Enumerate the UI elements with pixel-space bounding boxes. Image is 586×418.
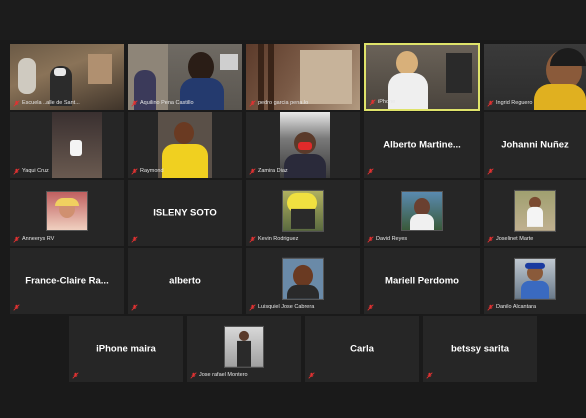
participant-display-name: Johanni Nuñez (501, 139, 569, 151)
muted-mic-icon (249, 236, 256, 243)
participant-tile[interactable]: David Reyes (364, 180, 480, 246)
muted-mic-icon (72, 372, 79, 379)
muted-mic-icon (13, 304, 20, 311)
muted-mic-icon (367, 304, 374, 311)
muted-mic-icon (367, 168, 374, 175)
participant-name: Ingrid Reguero (496, 100, 533, 106)
participant-display-name: betssy sarita (450, 343, 510, 355)
muted-mic-icon (426, 372, 433, 379)
participant-display-name: iPhone maira (96, 343, 156, 355)
participant-tile-active-speaker[interactable]: iPhone (364, 43, 480, 111)
muted-mic-icon (487, 304, 494, 311)
muted-mic-icon (190, 372, 197, 379)
participant-display-name: Carla (350, 343, 374, 355)
participant-display-name: Alberto Martine... (383, 139, 461, 151)
muted-mic-icon (131, 100, 138, 107)
muted-mic-icon (308, 372, 315, 379)
participant-video (514, 257, 556, 300)
participant-tile[interactable]: Ingrid Reguero (484, 44, 586, 110)
muted-mic-icon (13, 236, 20, 243)
participant-tile[interactable]: ISLENY SOTO (128, 180, 242, 246)
participant-tile[interactable]: Alberto Martine... (364, 112, 480, 178)
participant-tile[interactable]: Raymond (128, 112, 242, 178)
participant-tile[interactable]: Johanni Nuñez (484, 112, 586, 178)
participant-tile[interactable]: Yaqui Cruz (10, 112, 124, 178)
participant-display-name: Mariell Perdomo (385, 275, 459, 287)
muted-mic-icon (487, 168, 494, 175)
participant-video (282, 189, 324, 232)
participant-video (46, 191, 88, 231)
muted-mic-icon (131, 168, 138, 175)
participant-tile[interactable]: Mariell Perdomo (364, 248, 480, 314)
top-bar (0, 0, 586, 40)
participant-name: pedro garcia pena.lo (258, 100, 309, 106)
zoom-gallery-view: Escuela ..alle de Sant... Aquilino Pena … (0, 0, 586, 418)
participant-name: Kevin Rodriguez (258, 236, 299, 242)
participant-display-name: ISLENY SOTO (153, 207, 217, 219)
participant-name: Danilo Alcantara (496, 304, 537, 310)
muted-mic-icon (131, 304, 138, 311)
participant-video (401, 191, 443, 231)
muted-mic-icon (487, 100, 494, 107)
participant-name: David Reyes (376, 236, 408, 242)
muted-mic-icon (369, 99, 376, 106)
muted-mic-icon (249, 168, 256, 175)
participant-tile[interactable]: Danilo Alcantara (484, 248, 586, 314)
participant-tile[interactable]: alberto (128, 248, 242, 314)
participant-name: Anneerys RV (22, 236, 55, 242)
participant-name: Yaqui Cruz (22, 168, 49, 174)
participant-video (282, 257, 324, 300)
participant-name: iPhone (378, 99, 396, 105)
participant-name: Aquilino Pena Castillo (140, 100, 194, 106)
participant-display-name: alberto (169, 275, 201, 287)
participant-tile[interactable]: Joselinet Marte (484, 180, 586, 246)
muted-mic-icon (131, 236, 138, 243)
participant-video (224, 325, 264, 368)
participant-tile[interactable]: Aquilino Pena Castillo (128, 44, 242, 110)
participant-video (158, 112, 212, 178)
participant-name: Joselinet Marte (496, 236, 534, 242)
participant-tile[interactable]: Escuela ..alle de Sant... (10, 44, 124, 110)
participant-tile[interactable]: betssy sarita (423, 316, 537, 382)
participant-name: Raymond (140, 168, 164, 174)
participant-display-name: France-Claire Ra... (25, 275, 109, 287)
participant-tile[interactable]: Jose rafael Montero (187, 316, 301, 382)
muted-mic-icon (249, 304, 256, 311)
muted-mic-icon (249, 100, 256, 107)
muted-mic-icon (13, 100, 20, 107)
muted-mic-icon (13, 168, 20, 175)
participant-tile[interactable]: Carla (305, 316, 419, 382)
muted-mic-icon (367, 236, 374, 243)
participant-tile[interactable]: Kevin Rodriguez (246, 180, 360, 246)
participant-name: Zamira Diaz (258, 168, 288, 174)
participant-tile[interactable]: France-Claire Ra... (10, 248, 124, 314)
participant-video (52, 112, 102, 178)
participant-name: Escuela ..alle de Sant... (22, 100, 80, 106)
muted-mic-icon (487, 236, 494, 243)
participant-tile[interactable]: iPhone maira (69, 316, 183, 382)
participant-video (514, 189, 556, 232)
participant-name: Luisquiel Jose Cabrera (258, 304, 315, 310)
participant-tile[interactable]: Luisquiel Jose Cabrera (246, 248, 360, 314)
participant-tile[interactable]: Zamira Diaz (246, 112, 360, 178)
participant-name: Jose rafael Montero (199, 372, 248, 378)
participant-tile[interactable]: Anneerys RV (10, 180, 124, 246)
participant-tile[interactable]: pedro garcia pena.lo (246, 44, 360, 110)
